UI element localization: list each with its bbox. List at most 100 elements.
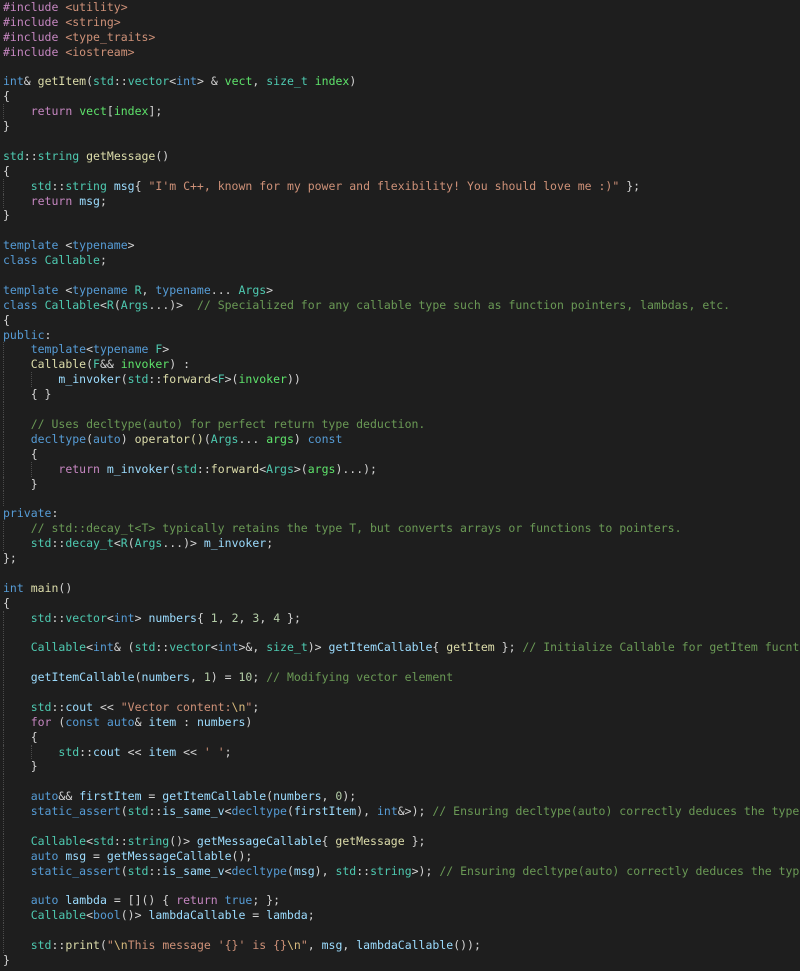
code-token: ) xyxy=(245,714,253,729)
code-line: decltype(auto) operator()(Args... args) … xyxy=(0,431,800,447)
code-token: < xyxy=(106,610,114,625)
code-token: vect xyxy=(224,74,253,89)
code-token: F xyxy=(93,357,100,372)
indent-guide xyxy=(3,818,4,834)
code-token: #include xyxy=(3,14,59,29)
indent-guide xyxy=(3,357,4,373)
code-token: , xyxy=(259,610,274,625)
indent-guide xyxy=(3,699,4,715)
code-token: numbers xyxy=(148,610,197,625)
code-token: args xyxy=(266,431,294,446)
code-token: & xyxy=(23,74,38,89)
code-token: } xyxy=(3,119,10,134)
code-token: std xyxy=(93,74,114,89)
code-token: int xyxy=(3,74,24,89)
code-token: Args xyxy=(266,461,294,476)
code-token: { xyxy=(3,89,10,104)
code-token: lambdaCallable xyxy=(356,938,454,953)
indent-guide xyxy=(3,178,4,194)
code-token: ) xyxy=(293,431,308,446)
code-line: // std::decay_t<T> typically retains the… xyxy=(0,521,800,537)
code-token: = xyxy=(86,848,107,863)
code-token: std xyxy=(30,178,52,193)
code-token: ( xyxy=(86,74,94,89)
code-token: vector xyxy=(65,610,107,625)
indent-guide xyxy=(3,104,4,120)
code-token: ]; xyxy=(148,104,163,119)
code-token: ( xyxy=(286,804,294,819)
indent-guide xyxy=(3,923,4,939)
code-token: getMessage xyxy=(335,833,405,848)
code-token: < xyxy=(113,536,121,551)
code-line: template <typename> xyxy=(0,238,800,253)
code-token: { xyxy=(134,178,149,193)
code-token: lambdaCallable xyxy=(148,908,246,923)
code-line: { } xyxy=(0,387,800,403)
code-token: "Vector content: xyxy=(120,699,232,714)
code-line: return msg; xyxy=(0,193,800,209)
code-token: <type_traits> xyxy=(65,29,156,44)
code-line: // Uses decltype(auto) for perfect retur… xyxy=(0,416,800,432)
code-token: > xyxy=(127,238,135,253)
code-token: 10 xyxy=(238,670,253,685)
code-token: , xyxy=(321,789,336,804)
code-token: decltype xyxy=(231,863,287,878)
code-line: std::cout << "Vector content:\n"; xyxy=(0,699,800,715)
code-line: for (const auto& item : numbers) xyxy=(0,714,800,730)
code-token: Callable xyxy=(30,908,87,923)
indent-guide xyxy=(3,908,4,924)
code-token: item xyxy=(148,714,177,729)
code-token: auto xyxy=(30,789,59,804)
code-token: &>); xyxy=(397,804,433,819)
code-token: return xyxy=(30,104,73,119)
code-token: getMessageCallable xyxy=(196,833,322,848)
code-line: { xyxy=(0,729,800,745)
code-token: :: xyxy=(51,938,66,953)
code-token: template xyxy=(30,342,87,357)
code-token: msg xyxy=(79,193,100,208)
code-token: )...); xyxy=(335,461,377,476)
code-line: std::string getMessage() xyxy=(0,149,800,164)
code-token: Callable xyxy=(30,640,87,655)
code-editor[interactable]: #include <utility> #include <string> #incl… xyxy=(0,0,800,971)
code-token: string xyxy=(370,863,412,878)
code-token: typename xyxy=(155,282,211,297)
code-token: <iostream> xyxy=(65,44,135,59)
code-token: ) : xyxy=(169,357,190,372)
code-line: auto lambda = []() { return true; }; xyxy=(0,893,800,909)
code-token: " xyxy=(106,938,114,953)
indent-guide xyxy=(3,878,4,894)
indent-guide xyxy=(3,342,4,358)
code-line: class Callable; xyxy=(0,253,800,268)
code-token: getMessage xyxy=(86,148,156,163)
code-token: // Uses decltype(auto) for perfect retur… xyxy=(30,416,426,431)
code-token: ; xyxy=(99,253,107,268)
code-line: std::print("\nThis message '{}' is {}\n"… xyxy=(0,938,800,953)
code-token: std xyxy=(30,699,52,714)
code-token: Args xyxy=(238,282,267,297)
code-token: }; xyxy=(404,833,426,848)
code-line: { xyxy=(0,596,800,611)
code-line xyxy=(0,774,800,790)
code-token: ; xyxy=(99,193,107,208)
code-line: } xyxy=(0,208,800,223)
indent-guide xyxy=(3,863,4,879)
code-line: std::string msg{ "I'm C++, known for my … xyxy=(0,178,800,194)
code-token: std xyxy=(30,536,52,551)
code-token: index xyxy=(314,74,350,89)
code-token: return xyxy=(176,893,218,908)
code-token: decltype xyxy=(231,804,287,819)
code-token: const xyxy=(65,714,100,729)
code-token: << xyxy=(176,744,204,759)
code-token: for xyxy=(30,714,52,729)
code-token: std xyxy=(127,372,149,387)
code-token: R xyxy=(120,536,128,551)
code-token: This message '{}' is {} xyxy=(127,938,287,953)
code-token: (); xyxy=(231,848,253,863)
indent-guide xyxy=(3,610,4,626)
code-token: ( xyxy=(134,670,142,685)
